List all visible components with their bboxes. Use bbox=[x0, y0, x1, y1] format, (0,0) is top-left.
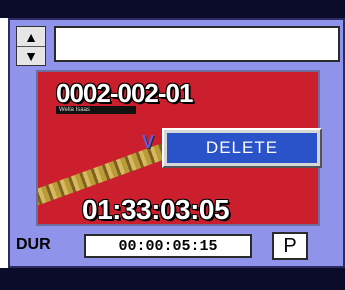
clip-caption: Wella Isaas bbox=[56, 106, 136, 114]
clip-id-overlay: 0002-002-01 bbox=[56, 78, 193, 108]
top-frame-bar bbox=[0, 0, 345, 18]
duration-label: DUR bbox=[16, 236, 51, 253]
menu-item-delete[interactable]: DELETE bbox=[167, 133, 317, 163]
duration-field: 00:00:05:15 bbox=[84, 234, 252, 258]
timecode-overlay: 01:33:03:05 bbox=[82, 194, 230, 225]
context-menu: DELETE bbox=[162, 128, 322, 168]
triangle-down-icon[interactable]: ▼ bbox=[17, 46, 45, 65]
bottom-frame-bar bbox=[0, 268, 345, 290]
spinner-control[interactable]: ▲ ▼ bbox=[16, 26, 46, 66]
clip-name-input[interactable] bbox=[54, 26, 340, 62]
thumbnail-mark: V bbox=[142, 132, 155, 152]
p-button[interactable]: P bbox=[272, 232, 308, 260]
triangle-up-icon[interactable]: ▲ bbox=[17, 27, 45, 47]
